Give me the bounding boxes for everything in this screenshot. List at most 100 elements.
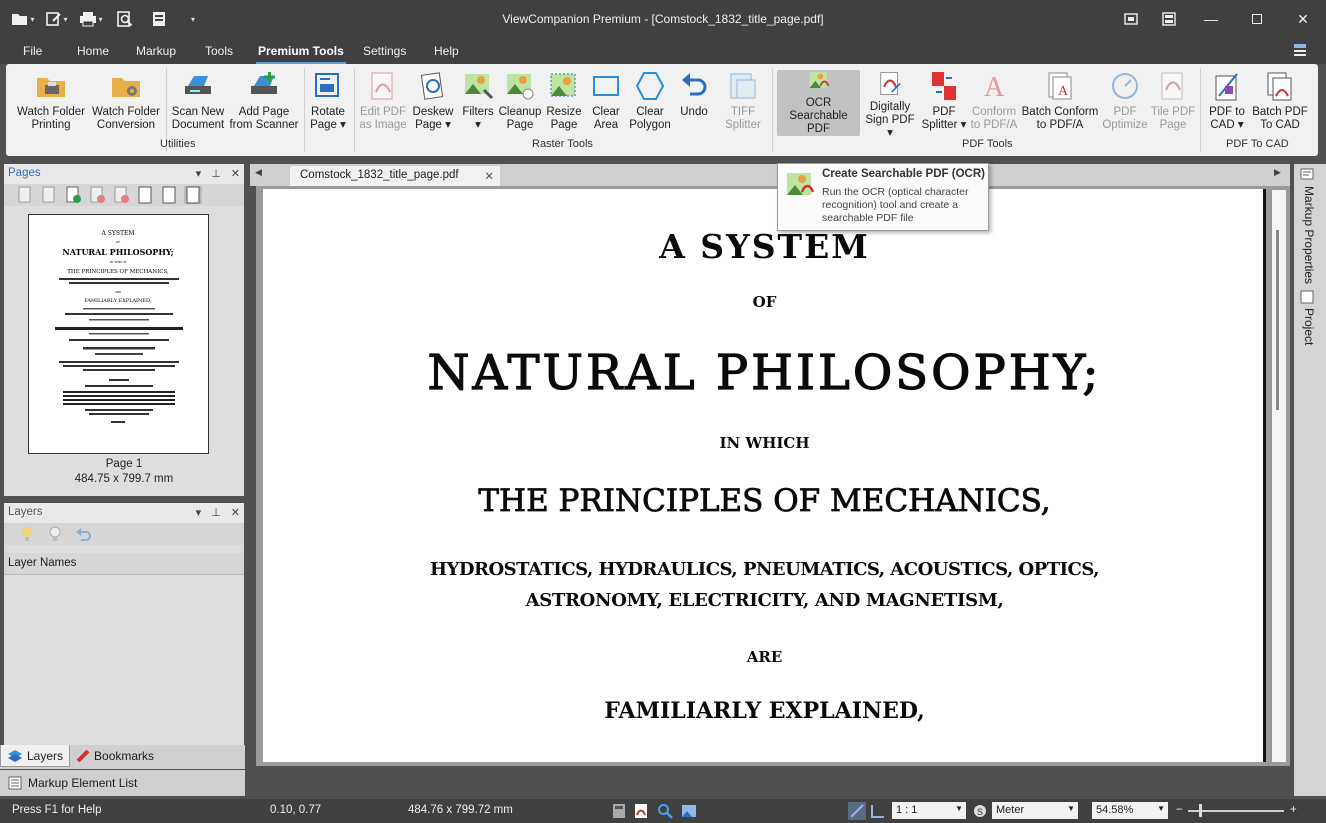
page-thumbnail[interactable]: A SYSTEM OF NATURAL PHILOSOPHY; IN WHICH…: [28, 214, 209, 454]
open-file-button[interactable]: ▾: [8, 6, 38, 32]
batch-pdf-to-cad-button[interactable]: Batch PDF To CAD: [1252, 70, 1308, 140]
add-page-icon[interactable]: [64, 186, 82, 204]
dropdown-icon[interactable]: ▾: [196, 506, 202, 519]
tab-help[interactable]: Help: [434, 44, 459, 58]
group-separator: [1200, 68, 1201, 152]
tab-markup[interactable]: Markup: [136, 44, 176, 58]
zoom-slider-track[interactable]: [1188, 810, 1284, 812]
tab-layers[interactable]: Layers: [0, 745, 71, 767]
customize-qat-button[interactable]: ▾: [178, 6, 208, 32]
conform-to-pdfa-button[interactable]: A Conform to PDF/A: [970, 70, 1018, 140]
delete-page-icon[interactable]: [88, 186, 106, 204]
close-button[interactable]: ✕: [1280, 0, 1326, 38]
button-label: Conform: [971, 106, 1017, 118]
lightbulb-on-icon[interactable]: [18, 525, 36, 543]
scale-dropdown[interactable]: 1 : 1 ▼: [892, 802, 966, 819]
button-label: Watch Folder: [17, 106, 85, 118]
pdf-file-icon[interactable]: [634, 803, 648, 819]
clear-area-button[interactable]: Clear Area: [586, 70, 626, 140]
batch-conform-to-pdfa-button[interactable]: A Batch Conform to PDF/A: [1020, 70, 1100, 140]
undo-button[interactable]: Undo: [674, 70, 714, 140]
markup-element-list-tab[interactable]: Markup Element List: [0, 770, 245, 796]
zoom-slider-handle[interactable]: [1199, 804, 1202, 817]
zoom-value: 54.58%: [1096, 804, 1134, 816]
pages-panel: Pages ▾ ⊥ ✕ A SYSTEM OF NATURAL PHILOSOP…: [4, 164, 244, 496]
tab-tools[interactable]: Tools: [205, 44, 233, 58]
tile-pdf-page-button[interactable]: Tile PDF Page: [1150, 70, 1196, 140]
calculator-icon[interactable]: [612, 803, 626, 819]
pdf-splitter-button[interactable]: PDF Splitter ▾: [920, 70, 968, 140]
close-icon[interactable]: ✕: [231, 506, 240, 519]
remove-page-icon[interactable]: [112, 186, 130, 204]
close-icon[interactable]: ✕: [231, 167, 240, 180]
print-preview-button[interactable]: [110, 6, 140, 32]
panel-controls: ▾ ⊥ ✕: [196, 167, 240, 180]
medium-thumbnail-icon[interactable]: [160, 186, 178, 204]
page-icon[interactable]: [16, 186, 34, 204]
document-page[interactable]: A SYSTEM OF NATURAL PHILOSOPHY; IN WHICH…: [263, 189, 1266, 762]
tab-home[interactable]: Home: [77, 44, 109, 58]
lightbulb-off-icon[interactable]: [46, 525, 64, 543]
scan-button[interactable]: [144, 6, 174, 32]
scale-value: 1 : 1: [896, 804, 918, 816]
tab-premium-tools[interactable]: Premium Tools: [256, 44, 346, 64]
scroll-tabs-right-icon[interactable]: ▶: [1274, 167, 1281, 178]
pin-icon[interactable]: ⊥: [211, 167, 221, 180]
watch-folder-printing-button[interactable]: Watch Folder Printing: [12, 70, 90, 140]
zoom-dropdown[interactable]: 54.58% ▼: [1092, 802, 1168, 819]
large-thumbnail-icon[interactable]: [184, 186, 202, 204]
snap-icon[interactable]: [848, 802, 866, 820]
ocr-searchable-pdf-button[interactable]: OCR Searchable PDF: [777, 70, 860, 136]
project-tab[interactable]: Project: [1302, 308, 1316, 345]
resize-page-button[interactable]: Resize Page: [544, 70, 584, 140]
small-thumbnail-icon[interactable]: [136, 186, 154, 204]
edit-pdf-as-image-button[interactable]: Edit PDF as Image: [358, 70, 408, 140]
tab-bookmarks[interactable]: Bookmarks: [70, 745, 160, 767]
ortho-icon[interactable]: [870, 803, 886, 819]
minimize-button[interactable]: —: [1188, 0, 1234, 38]
scroll-tabs-left-icon[interactable]: ◀: [255, 167, 262, 178]
tiff-splitter-button[interactable]: TIFF Splitter: [720, 70, 766, 140]
tile-windows-button[interactable]: [1150, 0, 1188, 38]
layer-names-column-header[interactable]: Layer Names: [4, 553, 244, 575]
cleanup-page-button[interactable]: Cleanup Page: [499, 70, 541, 140]
scale-settings-icon[interactable]: S: [972, 803, 988, 819]
scan-document-icon: [153, 12, 165, 26]
edit-file-button[interactable]: ▾: [42, 6, 72, 32]
scan-new-document-button[interactable]: Scan New Document: [169, 70, 227, 140]
close-tab-icon[interactable]: ✕: [484, 169, 494, 183]
deskew-page-button[interactable]: Deskew Page ▾: [410, 70, 456, 140]
markup-properties-tab[interactable]: Markup Properties: [1302, 186, 1316, 284]
search-icon[interactable]: [657, 803, 673, 819]
dropdown-icon[interactable]: ▾: [196, 167, 202, 180]
restore-doc-button[interactable]: [1112, 0, 1150, 38]
scrollbar-thumb[interactable]: [1276, 230, 1279, 410]
clear-polygon-button[interactable]: Clear Polygon: [628, 70, 672, 140]
tab-settings[interactable]: Settings: [363, 44, 406, 58]
unit-dropdown[interactable]: Meter ▼: [992, 802, 1078, 819]
pdf-optimize-button[interactable]: PDF Optimize: [1102, 70, 1148, 140]
tooltip-body: Run the OCR (optical character recogniti…: [822, 186, 969, 224]
pin-icon[interactable]: ⊥: [211, 506, 221, 519]
reset-layers-icon[interactable]: [74, 525, 92, 543]
rotate-page-button[interactable]: Rotate Page ▾: [306, 70, 350, 140]
zoom-out-icon[interactable]: −: [1176, 804, 1183, 816]
document-tab[interactable]: Comstock_1832_title_page.pdf ✕: [290, 166, 500, 186]
bookmark-icon: [76, 749, 90, 763]
ribbon-display-options[interactable]: [1292, 42, 1308, 58]
group-separator: [304, 68, 305, 152]
add-page-from-scanner-button[interactable]: Add Page from Scanner: [229, 70, 299, 140]
print-button[interactable]: ▾: [76, 6, 106, 32]
svg-text:A: A: [984, 72, 1005, 102]
digitally-sign-pdf-button[interactable]: Digitally Sign PDF ▾: [862, 70, 918, 140]
image-icon[interactable]: [681, 803, 697, 819]
tab-file[interactable]: File: [23, 44, 42, 58]
zoom-in-icon[interactable]: +: [1290, 804, 1297, 816]
filters-button[interactable]: Filters ▾: [458, 70, 498, 140]
pages-icon[interactable]: [40, 186, 58, 204]
pdf-to-cad-button[interactable]: PDF to CAD ▾: [1204, 70, 1250, 140]
maximize-button[interactable]: [1234, 0, 1280, 38]
tile-windows-icon: [1162, 12, 1176, 26]
watch-folder-conversion-button[interactable]: Watch Folder Conversion: [90, 70, 162, 140]
vertical-scrollbar[interactable]: [1272, 190, 1286, 762]
